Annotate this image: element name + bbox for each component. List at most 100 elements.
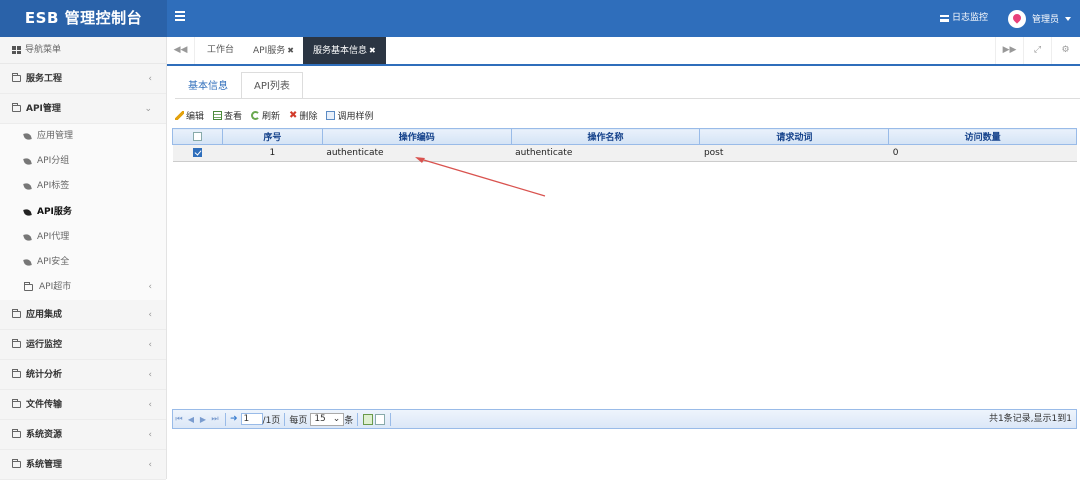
per-page-select[interactable]: 15 ⌄	[310, 412, 345, 426]
app-title: ESB 管理控制台	[0, 0, 167, 37]
sidebar-item-file-transfer[interactable]: 文件传输 ‹	[0, 390, 166, 421]
sidebar-item-label: 应用集成	[26, 309, 63, 320]
sidebar-subitem-label: API标签	[37, 181, 70, 192]
first-page-icon[interactable]: ⏮	[173, 414, 185, 424]
close-icon[interactable]: ✖	[369, 46, 376, 55]
sidebar-item-api-management[interactable]: API管理 ⌄	[0, 94, 166, 124]
scroll-tabs-right-icon[interactable]: ▶▶	[995, 37, 1023, 64]
refresh-icon	[251, 110, 261, 120]
call-sample-button[interactable]: 调用样例	[326, 109, 373, 122]
sidebar-item-label: 运行监控	[26, 339, 63, 350]
sidebar-subitem-api-service[interactable]: API服务	[0, 200, 166, 225]
edit-label: 编辑	[186, 111, 205, 122]
tab-api-list[interactable]: API列表	[241, 72, 303, 99]
checkbox[interactable]	[192, 131, 202, 141]
sidebar-subitem-api-proxy[interactable]: API代理	[0, 225, 166, 250]
chevron-left-icon: ‹	[148, 370, 152, 381]
log-monitor-link[interactable]: 日志监控	[940, 0, 988, 37]
folder-icon	[12, 399, 21, 409]
edit-button[interactable]: 编辑	[175, 109, 204, 122]
sidebar-item-label: API管理	[26, 103, 61, 114]
tab-basic-info[interactable]: 基本信息	[175, 72, 241, 99]
sidebar-subitem-app-management[interactable]: 应用管理	[0, 124, 166, 149]
sidebar-subitem-api-group[interactable]: API分组	[0, 149, 166, 174]
nav-title-label: 导航菜单	[25, 44, 62, 55]
tab-label: API服务	[253, 46, 286, 56]
divider	[357, 412, 359, 426]
column-header[interactable]: 请求动词	[699, 128, 890, 145]
sidebar: 导航菜单 服务工程 ‹ API管理 ⌄ 应用管理 API分组 API标签 API…	[0, 37, 167, 480]
sidebar-item-label: 文件传输	[26, 399, 63, 410]
column-header[interactable]: 序号	[221, 128, 323, 145]
delete-label: 删除	[299, 111, 318, 122]
divider	[225, 412, 226, 426]
go-arrow-icon[interactable]: ➜	[230, 414, 238, 424]
sidebar-item-runtime-monitor[interactable]: 运行监控 ‹	[0, 330, 166, 361]
chevron-left-icon: ‹	[148, 430, 152, 441]
folder-icon	[12, 73, 21, 82]
export-document-icon[interactable]	[375, 413, 386, 425]
delete-button[interactable]: ✖ 删除	[289, 109, 317, 122]
leaf-icon	[23, 233, 32, 242]
sample-label: 调用样例	[337, 111, 374, 122]
checkbox[interactable]	[192, 148, 202, 157]
refresh-button[interactable]: 刷新	[251, 109, 280, 122]
sidebar-subitem-label: 应用管理	[37, 131, 74, 141]
divider	[175, 98, 1080, 99]
export-excel-icon[interactable]	[363, 413, 374, 425]
sample-icon	[326, 110, 336, 120]
api-table: 序号 操作编码 操作名称 请求动词 访问数量 1 authenticate au…	[172, 128, 1077, 162]
avatar	[1008, 9, 1026, 28]
sidebar-subitem-api-security[interactable]: API安全	[0, 250, 166, 275]
divider	[284, 412, 286, 426]
scroll-tabs-left-icon[interactable]: ◀◀	[167, 37, 195, 64]
close-icon[interactable]: ✖	[287, 46, 294, 55]
total-pages: /1页	[262, 415, 281, 426]
pencil-icon	[175, 110, 184, 120]
chevron-down-icon: ⌄	[144, 104, 152, 114]
chevron-left-icon: ‹	[148, 400, 152, 411]
folder-icon	[12, 339, 21, 349]
gear-icon[interactable]: ⚙	[1051, 37, 1079, 64]
chevron-down-icon: ⌄	[332, 414, 341, 424]
sidebar-item-app-integration[interactable]: 应用集成 ‹	[0, 300, 166, 331]
table-row[interactable]: 1 authenticate authenticate post 0	[172, 144, 1077, 162]
sidebar-item-statistics[interactable]: 统计分析 ‹	[0, 360, 166, 391]
tab-workbench[interactable]: 工作台	[197, 37, 244, 64]
leaf-icon	[23, 132, 32, 141]
column-header[interactable]: 访问数量	[888, 128, 1077, 145]
per-page-value: 15	[314, 414, 326, 424]
select-all-checkbox[interactable]	[172, 128, 223, 145]
cell-verb: post	[699, 144, 889, 162]
sidebar-item-service-project[interactable]: 服务工程 ‹	[0, 64, 166, 94]
row-checkbox-cell[interactable]	[172, 144, 223, 162]
nav-title: 导航菜单	[0, 37, 166, 64]
sidebar-item-system-resources[interactable]: 系统资源 ‹	[0, 420, 166, 451]
main-content: 基本信息 API列表 编辑 查看 刷新 ✖ 删除 调用样例 序号 操作编码 操作名…	[167, 66, 1080, 479]
folder-icon	[12, 309, 21, 319]
menu-toggle-icon[interactable]	[175, 11, 185, 21]
tab-api-service[interactable]: API服务 ✖	[243, 37, 304, 64]
column-header[interactable]: 操作编码	[321, 128, 512, 145]
divider	[390, 412, 392, 426]
sidebar-subitem-api-market[interactable]: API超市 ‹	[0, 275, 166, 300]
user-name: 管理员	[1032, 15, 1060, 25]
fullscreen-icon[interactable]: ⤢	[1023, 37, 1051, 64]
view-label: 查看	[224, 111, 243, 122]
last-page-icon[interactable]: ⏭	[209, 414, 221, 424]
column-header[interactable]: 操作名称	[510, 128, 701, 145]
chevron-left-icon: ‹	[148, 282, 152, 293]
sidebar-subitem-label: API分组	[37, 156, 70, 167]
user-menu[interactable]: 管理员	[1008, 0, 1072, 37]
view-button[interactable]: 查看	[213, 109, 242, 122]
chevron-left-icon: ‹	[148, 340, 152, 351]
tab-service-basic-info[interactable]: 服务基本信息 ✖	[303, 37, 386, 64]
chevron-left-icon: ‹	[148, 460, 152, 471]
next-page-icon[interactable]: ▶	[197, 415, 209, 424]
page-number-input[interactable]: 1	[240, 413, 263, 425]
sidebar-item-system-management[interactable]: 系统管理 ‹	[0, 450, 166, 480]
prev-page-icon[interactable]: ◀	[185, 415, 197, 424]
sidebar-subitem-api-tag[interactable]: API标签	[0, 174, 166, 199]
grid-icon	[12, 46, 21, 54]
delete-icon: ✖	[289, 109, 298, 121]
